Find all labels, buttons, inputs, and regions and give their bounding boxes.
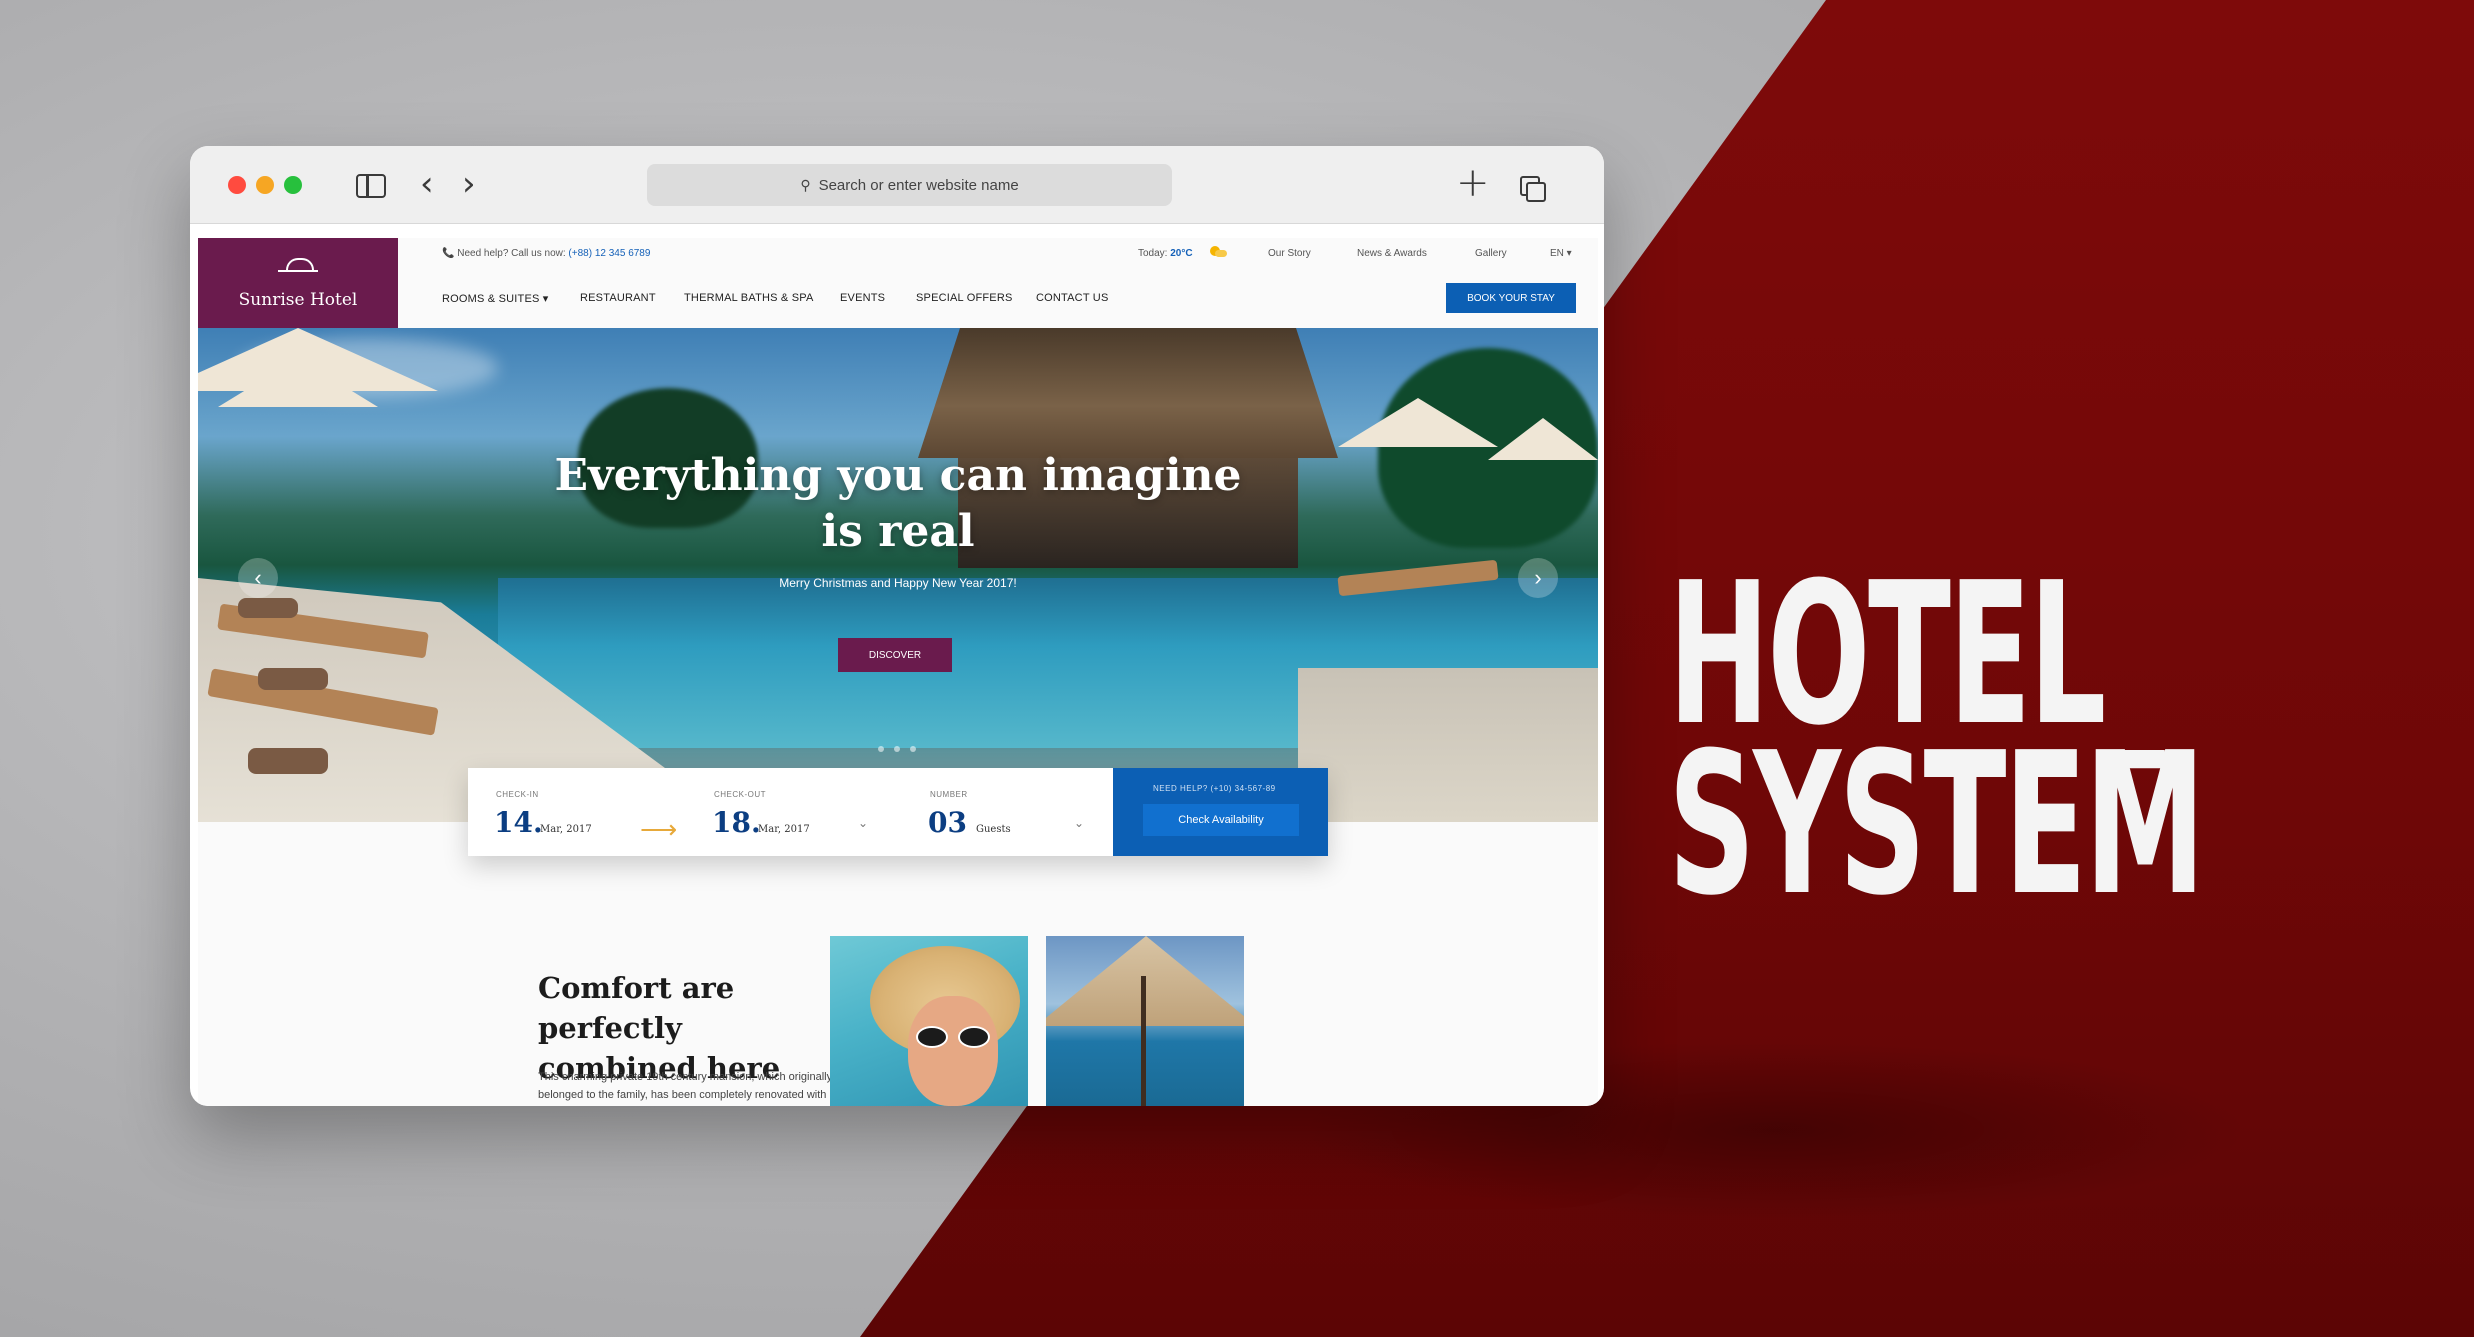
hero-prev-arrow[interactable]: ‹: [238, 558, 278, 598]
hero-title-line-2: is real: [821, 506, 975, 557]
nav-special-offers[interactable]: SPECIAL OFFERS: [916, 292, 1013, 304]
sidebar-icon[interactable]: [356, 174, 386, 198]
link-gallery[interactable]: Gallery: [1475, 248, 1507, 259]
book-your-stay-button[interactable]: BOOK YOUR STAY: [1446, 283, 1576, 313]
hotel-website: Sunrise Hotel 📞 Need help? Call us now: …: [198, 238, 1598, 1106]
checkout-label: CHECK-OUT: [714, 790, 767, 799]
help-phone-link[interactable]: (+88) 12 345 6789: [568, 248, 650, 259]
beach-parasol-image: [1046, 936, 1244, 1106]
brand-title: HOTEL_ SYSTEM: [1668, 557, 2205, 939]
checkin-month: Mar, 2017: [540, 824, 592, 835]
parasol-pole: [1141, 976, 1146, 1106]
search-icon: ⚲: [800, 176, 811, 193]
sunrise-icon: [276, 250, 320, 280]
number-label: NUMBER: [930, 790, 968, 799]
discover-button[interactable]: DISCOVER: [838, 638, 952, 672]
sunglasses-shape: [916, 1026, 992, 1048]
hero-dot[interactable]: [910, 746, 916, 752]
hero-next-arrow[interactable]: ›: [1518, 558, 1558, 598]
browser-toolbar: ‹ › ⚲ Search or enter website name +: [190, 146, 1604, 224]
comfort-heading-line-1: Comfort are perfectly: [538, 971, 735, 1045]
arrow-right-icon: ⟶: [640, 814, 678, 844]
nav-events[interactable]: EVENTS: [840, 292, 885, 304]
language-select[interactable]: EN ▾: [1550, 248, 1572, 259]
new-tab-icon[interactable]: +: [1456, 160, 1490, 206]
link-our-story[interactable]: Our Story: [1268, 248, 1311, 259]
browser-window: ‹ › ⚲ Search or enter website name + Sun…: [190, 146, 1604, 1106]
checkout-day[interactable]: 18.: [712, 806, 761, 839]
hero-dot[interactable]: [878, 746, 884, 752]
tabs-icon[interactable]: [1520, 176, 1546, 202]
check-availability-button[interactable]: Check Availability: [1143, 804, 1299, 836]
help-line: 📞 Need help? Call us now: (+88) 12 345 6…: [442, 248, 650, 259]
hero-subtitle: Merry Christmas and Happy New Year 2017!: [779, 576, 1017, 590]
address-bar-placeholder: Search or enter website name: [818, 176, 1019, 194]
close-window-button[interactable]: [228, 176, 246, 194]
hero-pagination: [878, 746, 916, 752]
chevron-down-icon[interactable]: ⌄: [858, 816, 868, 830]
nav-restaurant[interactable]: RESTAURANT: [580, 292, 656, 304]
address-bar[interactable]: ⚲ Search or enter website name: [647, 164, 1172, 206]
weather-today: Today: 20°C: [1138, 248, 1193, 259]
hut-roof: [918, 328, 1338, 458]
temperature: 20°C: [1170, 248, 1193, 259]
hero-dot[interactable]: [894, 746, 900, 752]
woman-sunhat-image: [830, 936, 1028, 1106]
help-phone-text: NEED HELP? (+10) 34-567-89: [1153, 784, 1276, 793]
chevron-down-icon[interactable]: ⌄: [1074, 816, 1084, 830]
hero-title: Everything you can imagine is real: [498, 448, 1298, 560]
site-logo[interactable]: Sunrise Hotel: [198, 238, 398, 328]
towel: [258, 668, 328, 690]
comfort-text: This charming private 19th century mansi…: [538, 1071, 833, 1101]
minimize-window-button[interactable]: [256, 176, 274, 194]
face-shape: [908, 996, 998, 1106]
availability-panel: NEED HELP? (+10) 34-567-89 Check Availab…: [1113, 768, 1328, 856]
forward-icon[interactable]: ›: [462, 164, 476, 204]
booking-widget: CHECK-IN 14. Mar, 2017 ⟶ CHECK-OUT 18. M…: [468, 768, 1328, 856]
checkin-label: CHECK-IN: [496, 790, 539, 799]
logo-name: Sunrise Hotel: [238, 290, 358, 310]
guests-number[interactable]: 03: [928, 806, 967, 839]
help-prefix: 📞 Need help? Call us now:: [442, 248, 566, 259]
pool-deck-right: [1298, 668, 1598, 822]
checkout-month: Mar, 2017: [758, 824, 810, 835]
nav-rooms-suites[interactable]: ROOMS & SUITES ▾: [442, 292, 549, 305]
nav-thermal-baths[interactable]: THERMAL BATHS & SPA: [684, 292, 814, 304]
maximize-window-button[interactable]: [284, 176, 302, 194]
back-icon[interactable]: ‹: [420, 164, 434, 204]
checkin-day[interactable]: 14.: [494, 806, 543, 839]
guests-unit: Guests: [976, 824, 1011, 835]
hero-title-line-1: Everything you can imagine: [554, 450, 1242, 501]
weather-icon: [1210, 244, 1228, 258]
today-label: Today:: [1138, 248, 1168, 259]
towel: [248, 748, 328, 774]
towel: [238, 598, 298, 618]
brand-line-2: SYSTEM: [1668, 711, 2205, 939]
nav-contact-us[interactable]: CONTACT US: [1036, 292, 1109, 304]
hero-banner: ‹ › Everything you can imagine is real M…: [198, 328, 1598, 822]
link-news-awards[interactable]: News & Awards: [1357, 248, 1427, 259]
